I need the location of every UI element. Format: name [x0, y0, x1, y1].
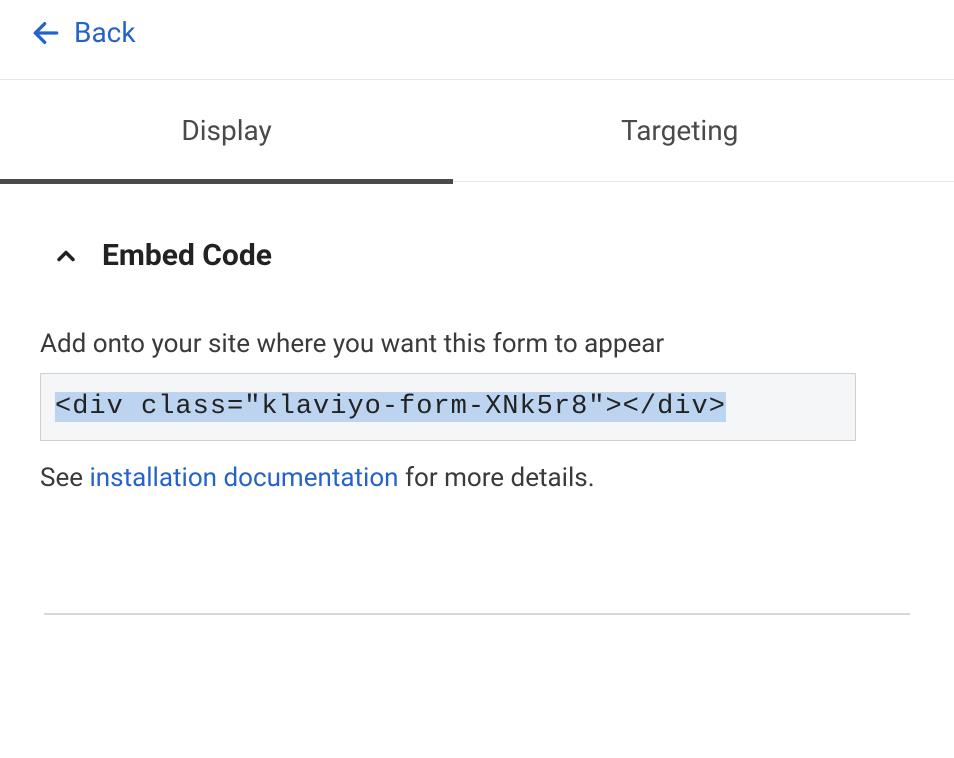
section-header-embed-code[interactable]: Embed Code — [0, 182, 954, 273]
section-title: Embed Code — [102, 238, 272, 273]
installation-docs-link[interactable]: installation documentation — [89, 463, 398, 493]
back-link[interactable]: Back — [0, 0, 166, 79]
tab-targeting[interactable]: Targeting — [453, 80, 906, 181]
embed-code: <div class="klaviyo-form-XNk5r8"></div> — [55, 392, 726, 422]
help-text: See installation documentation for more … — [40, 463, 910, 493]
help-prefix: See — [40, 463, 89, 493]
tab-display[interactable]: Display — [0, 80, 453, 181]
section-content: Add onto your site where you want this f… — [0, 273, 954, 493]
tab-label: Targeting — [621, 114, 738, 147]
arrow-left-icon — [30, 17, 62, 49]
help-suffix: for more details. — [399, 463, 595, 493]
embed-description: Add onto your site where you want this f… — [40, 329, 910, 359]
embed-code-box[interactable]: <div class="klaviyo-form-XNk5r8"></div> — [40, 373, 856, 441]
divider — [44, 613, 910, 615]
tabs: Display Targeting — [0, 79, 954, 182]
tab-label: Display — [181, 114, 271, 147]
chevron-up-icon — [52, 242, 80, 270]
back-label: Back — [74, 16, 136, 49]
